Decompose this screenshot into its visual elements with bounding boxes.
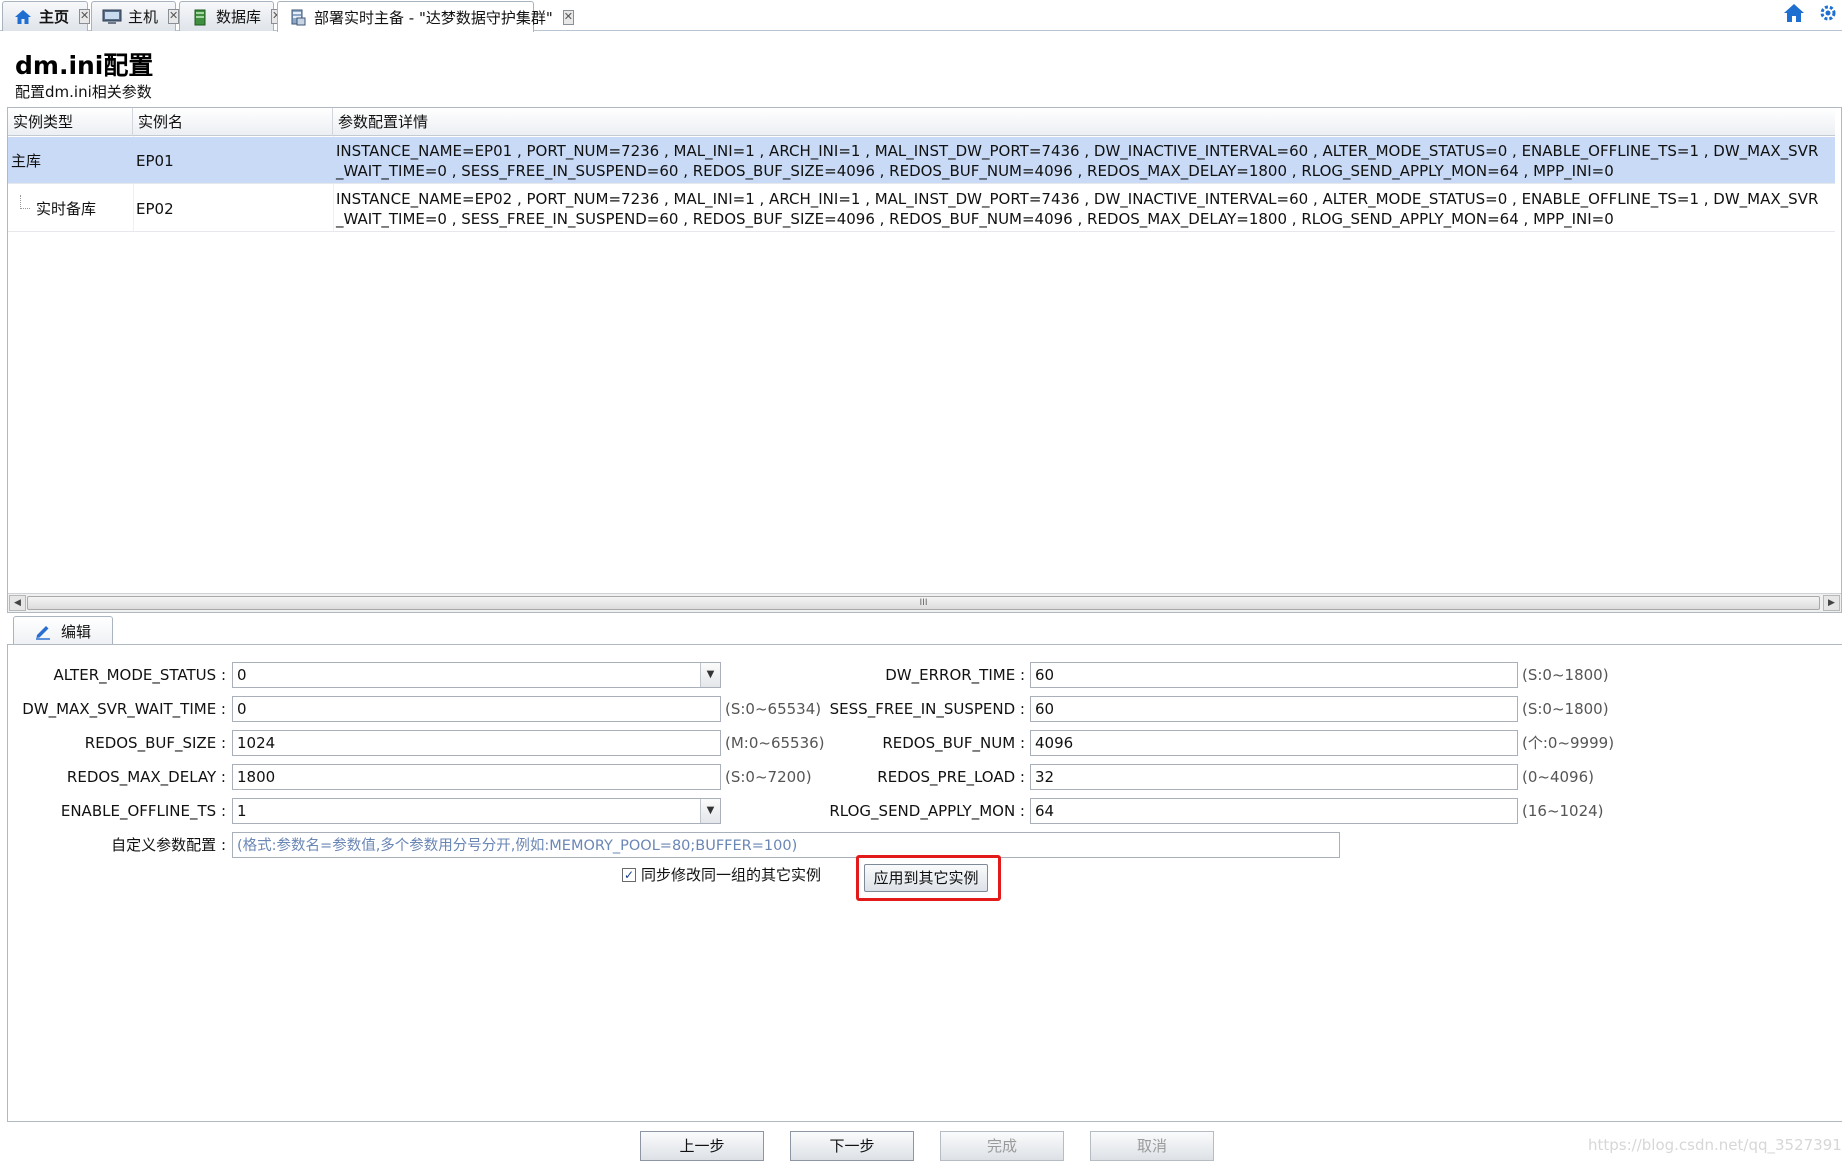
scroll-left-arrow-icon[interactable]: ◀ bbox=[9, 595, 26, 611]
custom-params-input[interactable]: (格式:参数名=参数值,多个参数用分号分开,例如:MEMORY_POOL=80;… bbox=[232, 832, 1340, 858]
close-icon[interactable]: ✕ bbox=[168, 9, 180, 24]
settings-gear-icon[interactable] bbox=[1816, 2, 1840, 24]
alter-mode-status-label: ALTER_MODE_STATUS : bbox=[53, 666, 227, 684]
select-value: 0 bbox=[237, 666, 247, 684]
scroll-right-arrow-icon[interactable]: ▶ bbox=[1823, 595, 1840, 611]
chevron-down-icon[interactable]: ▼ bbox=[700, 799, 720, 823]
close-icon[interactable]: ✕ bbox=[562, 9, 574, 25]
dw-max-svr-wait-time-label: DW_MAX_SVR_WAIT_TIME : bbox=[22, 700, 226, 718]
instance-name: EP01 bbox=[136, 151, 174, 170]
instance-type: 实时备库 bbox=[36, 200, 97, 218]
config-detail: INSTANCE_NAME=EP01 , PORT_NUM=7236 , MAL… bbox=[336, 142, 1819, 180]
dw-error-time-label: DW_ERROR_TIME : bbox=[885, 666, 1025, 684]
redos-pre-load-range: (0~4096) bbox=[1522, 768, 1594, 786]
alter-mode-status-select[interactable]: 0 ▼ bbox=[232, 662, 721, 688]
custom-params-placeholder: (格式:参数名=参数值,多个参数用分号分开,例如:MEMORY_POOL=80;… bbox=[237, 838, 798, 854]
sess-free-in-suspend-range: (S:0~1800) bbox=[1522, 700, 1609, 718]
instance-type: 主库 bbox=[11, 152, 42, 170]
sess-free-in-suspend-input[interactable]: 60 bbox=[1030, 696, 1518, 722]
redos-max-delay-input[interactable]: 1800 bbox=[232, 764, 721, 790]
tree-connector bbox=[20, 195, 30, 209]
redos-buf-size-label: REDOS_BUF_SIZE : bbox=[84, 734, 226, 752]
enable-offline-ts-select[interactable]: 1 ▼ bbox=[232, 798, 721, 824]
instance-name: EP02 bbox=[136, 199, 174, 218]
table-row[interactable]: 实时备库 EP02 INSTANCE_NAME=EP02 , PORT_NUM=… bbox=[8, 185, 1835, 232]
tab-database[interactable]: 数据库 ✕ bbox=[179, 1, 283, 31]
home-icon bbox=[13, 8, 33, 26]
page-title: dm.ini配置 bbox=[15, 51, 154, 80]
cancel-button[interactable]: 取消 bbox=[1090, 1131, 1214, 1161]
redos-max-delay-label: REDOS_MAX_DELAY : bbox=[66, 768, 226, 786]
table-row[interactable]: 主库 EP01 INSTANCE_NAME=EP01 , PORT_NUM=72… bbox=[8, 137, 1835, 184]
edit-tab[interactable]: 编辑 bbox=[13, 616, 113, 645]
host-monitor-icon bbox=[102, 8, 122, 26]
dw-error-time-input[interactable]: 60 bbox=[1030, 662, 1518, 688]
edit-tab-label: 编辑 bbox=[61, 622, 92, 641]
database-icon bbox=[190, 8, 210, 26]
dw-error-time-range: (S:0~1800) bbox=[1522, 666, 1609, 684]
close-icon[interactable]: ✕ bbox=[79, 9, 91, 24]
config-detail: INSTANCE_NAME=EP02 , PORT_NUM=7236 , MAL… bbox=[336, 190, 1819, 228]
sync-modify-checkbox[interactable]: ✓ bbox=[622, 868, 636, 882]
column-header-instance-name[interactable]: 实例名 bbox=[133, 108, 333, 136]
tab-strip: 主页 ✕ 主机 ✕ 数据库 ✕ 部署实时主备 - "达梦数据守护集群" ✕ bbox=[0, 0, 1842, 32]
home-icon[interactable] bbox=[1782, 2, 1806, 24]
tab-deploy-standby[interactable]: 部署实时主备 - "达梦数据守护集群" ✕ bbox=[277, 1, 574, 32]
select-value: 1 bbox=[237, 802, 247, 820]
chevron-down-icon[interactable]: ▼ bbox=[700, 663, 720, 687]
page-subtitle: 配置dm.ini相关参数 bbox=[15, 83, 152, 101]
table-header: 实例类型 实例名 参数配置详情 bbox=[8, 108, 1835, 136]
tab-host[interactable]: 主机 ✕ bbox=[91, 1, 180, 31]
column-header-instance-type[interactable]: 实例类型 bbox=[8, 108, 133, 136]
redos-buf-size-input[interactable]: 1024 bbox=[232, 730, 721, 756]
redos-buf-num-range: (个:0~9999) bbox=[1522, 734, 1615, 752]
scrollbar-thumb[interactable]: III bbox=[27, 596, 1820, 610]
tab-label: 部署实时主备 - "达梦数据守护集群" bbox=[314, 8, 553, 27]
dw-max-svr-wait-time-input[interactable]: 0 bbox=[232, 696, 721, 722]
finish-button[interactable]: 完成 bbox=[940, 1131, 1064, 1161]
sess-free-in-suspend-label: SESS_FREE_IN_SUSPEND : bbox=[829, 700, 1025, 718]
rlog-send-apply-mon-input[interactable]: 64 bbox=[1030, 798, 1518, 824]
pencil-icon bbox=[34, 622, 52, 640]
rlog-send-apply-mon-label: RLOG_SEND_APPLY_MON : bbox=[829, 802, 1025, 820]
tab-label: 主页 bbox=[39, 8, 70, 26]
tab-home[interactable]: 主页 ✕ bbox=[2, 1, 91, 31]
column-header-config-detail[interactable]: 参数配置详情 bbox=[333, 108, 1835, 136]
rlog-send-apply-mon-range: (16~1024) bbox=[1522, 802, 1604, 820]
custom-params-label: 自定义参数配置 : bbox=[111, 836, 226, 854]
tab-label: 主机 bbox=[128, 8, 159, 26]
instance-config-table: 实例类型 实例名 参数配置详情 主库 EP01 INSTANCE_NAME=EP… bbox=[7, 107, 1842, 613]
prev-step-button[interactable]: 上一步 bbox=[640, 1131, 764, 1161]
redos-pre-load-label: REDOS_PRE_LOAD : bbox=[877, 768, 1025, 786]
sync-modify-label: 同步修改同一组的其它实例 bbox=[641, 866, 822, 884]
redos-buf-num-input[interactable]: 4096 bbox=[1030, 730, 1518, 756]
redos-buf-num-label: REDOS_BUF_NUM : bbox=[882, 734, 1025, 752]
next-step-button[interactable]: 下一步 bbox=[790, 1131, 914, 1161]
apply-to-other-instances-button[interactable]: 应用到其它实例 bbox=[864, 864, 988, 892]
horizontal-scrollbar[interactable]: ◀ III ▶ bbox=[8, 593, 1841, 612]
tab-label: 数据库 bbox=[216, 8, 262, 26]
enable-offline-ts-label: ENABLE_OFFLINE_TS : bbox=[60, 802, 226, 820]
redos-pre-load-input[interactable]: 32 bbox=[1030, 764, 1518, 790]
watermark: https://blog.csdn.net/qq_35273918 bbox=[1588, 1136, 1842, 1154]
deploy-server-icon bbox=[288, 8, 308, 26]
